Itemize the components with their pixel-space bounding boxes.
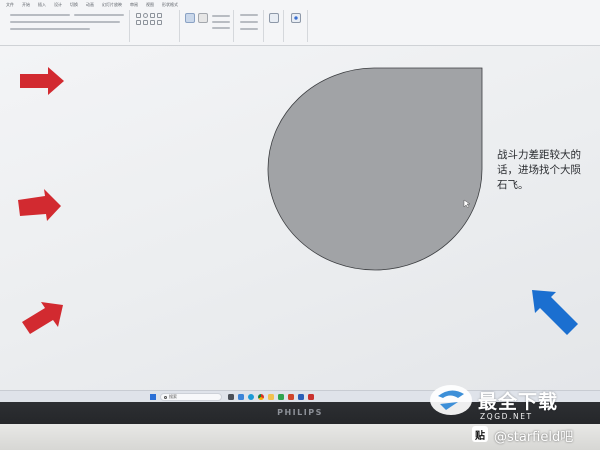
teardrop-shape[interactable] <box>267 67 483 271</box>
oval-shape-icon[interactable] <box>143 13 148 18</box>
red-arrow-bottom[interactable] <box>22 302 63 334</box>
tab-file[interactable]: 文件 <box>6 2 14 8</box>
triangle-shape-icon[interactable] <box>150 13 155 18</box>
ribbon-group-editing <box>236 10 264 42</box>
callout-shape-icon[interactable] <box>150 20 155 25</box>
taskbar-search-box[interactable]: 搜索 <box>160 393 222 401</box>
ribbon-group-designer <box>286 10 308 42</box>
ribbon-group-font <box>4 10 130 42</box>
designer-icon[interactable] <box>291 13 301 23</box>
ribbon-group-voice <box>266 10 284 42</box>
quick-styles-icon[interactable] <box>198 13 208 23</box>
app-icon-red[interactable] <box>308 394 314 400</box>
watermark-url: ZQGD.NET <box>480 412 533 421</box>
tab-insert[interactable]: 插入 <box>38 2 46 8</box>
ribbon-toolbar: 文件 开始 插入 设计 切换 动画 幻灯片放映 审阅 视图 形状格式 <box>0 0 600 46</box>
powerpoint-icon[interactable] <box>288 394 294 400</box>
file-explorer-icon[interactable] <box>268 394 274 400</box>
widgets-icon[interactable] <box>238 394 244 400</box>
tab-design[interactable]: 设计 <box>54 2 62 8</box>
tab-view[interactable]: 视图 <box>146 2 154 8</box>
tab-shape-format[interactable]: 形状格式 <box>162 2 178 8</box>
watermark-logo-icon <box>430 385 472 415</box>
red-arrow-top[interactable] <box>20 67 64 95</box>
tab-animations[interactable]: 动画 <box>86 2 94 8</box>
line-shape-icon[interactable] <box>157 13 162 18</box>
ribbon-group-drawing <box>132 10 180 42</box>
arrow-shape-icon[interactable] <box>136 20 141 25</box>
taskbar-search-label: 搜索 <box>169 394 177 399</box>
app-icon-blue[interactable] <box>298 394 304 400</box>
edge-browser-icon[interactable] <box>248 394 254 400</box>
rectangle-shape-icon[interactable] <box>136 13 141 18</box>
task-view-icon[interactable] <box>228 394 234 400</box>
slide-graphics <box>18 67 578 335</box>
chrome-browser-icon[interactable] <box>258 394 264 400</box>
tab-slideshow[interactable]: 幻灯片放映 <box>102 2 122 8</box>
tab-transitions[interactable]: 切换 <box>70 2 78 8</box>
search-icon <box>164 395 167 399</box>
tieba-username: @starfield吧 <box>494 430 574 445</box>
arrange-icon[interactable] <box>185 13 195 23</box>
dictate-icon[interactable] <box>269 13 279 23</box>
tab-home[interactable]: 开始 <box>22 2 30 8</box>
star-shape-icon[interactable] <box>143 20 148 25</box>
ribbon-group-arrange <box>182 10 234 42</box>
more-shapes-icon[interactable] <box>157 20 162 25</box>
ribbon-tabs: 文件 开始 插入 设计 切换 动画 幻灯片放映 审阅 视图 形状格式 <box>6 2 178 8</box>
slide-annotation-text[interactable]: 战斗力差距较大的话，进场找个大陨石飞。 <box>497 148 589 193</box>
monitor-screen: 文件 开始 插入 设计 切换 动画 幻灯片放映 审阅 视图 形状格式 战斗力差距… <box>0 0 600 402</box>
tab-review[interactable]: 审阅 <box>130 2 138 8</box>
windows-start-icon[interactable] <box>150 394 156 400</box>
blue-arrow[interactable] <box>532 290 578 335</box>
red-arrow-middle[interactable] <box>18 189 61 221</box>
app-icon-green[interactable] <box>278 394 284 400</box>
slide-canvas: 战斗力差距较大的话，进场找个大陨石飞。 <box>0 46 600 390</box>
tieba-badge-icon: 贴 <box>472 426 488 442</box>
watermark-title: 最全下载 <box>478 391 559 413</box>
